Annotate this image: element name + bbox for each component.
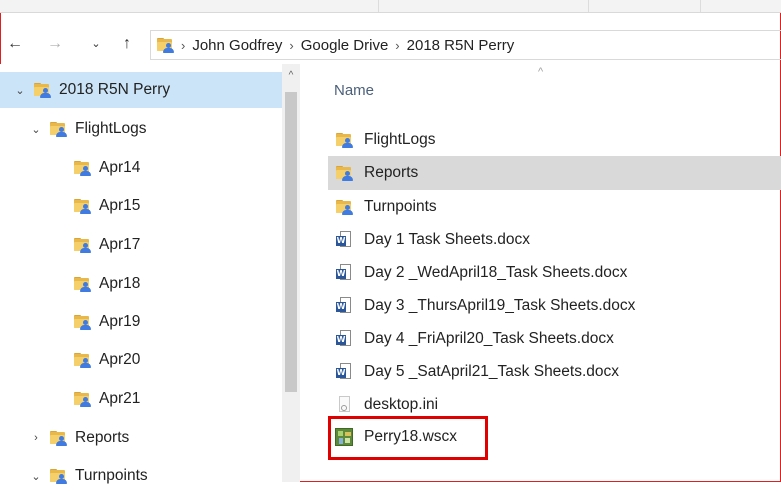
- ribbon-divider: [588, 0, 589, 12]
- shared-folder-icon: [335, 200, 353, 215]
- nav-tree-label: Apr19: [99, 313, 141, 330]
- shared-folder-icon: [50, 469, 67, 484]
- shared-folder-icon: [74, 161, 91, 176]
- file-name: Day 5 _SatApril21_Task Sheets.docx: [364, 363, 620, 380]
- nav-tree-label: Apr21: [99, 390, 141, 407]
- shared-folder-icon: [74, 277, 91, 292]
- word-document-icon: W: [336, 264, 352, 282]
- file-name: desktop.ini: [364, 396, 439, 413]
- nav-tree-label: Apr17: [99, 236, 141, 253]
- shared-folder-icon: [157, 38, 174, 53]
- ribbon-divider: [378, 0, 379, 12]
- file-name: Day 3 _ThursApril19_Task Sheets.docx: [364, 297, 636, 314]
- navigation-bar: ← → ⌄ ↑ › John Godfrey › Google Drive › …: [0, 24, 781, 64]
- file-row[interactable]: W Day 4 _FriApril20_Task Sheets.docx: [328, 322, 781, 356]
- nav-tree-label: Turnpoints: [75, 467, 148, 484]
- nav-tree-item[interactable]: Apr21: [0, 381, 282, 417]
- file-row[interactable]: W Day 1 Task Sheets.docx: [328, 223, 781, 257]
- file-name: FlightLogs: [364, 131, 436, 148]
- word-document-icon: W: [336, 231, 352, 249]
- word-document-icon: W: [336, 363, 352, 381]
- shared-folder-icon: [74, 238, 91, 253]
- nav-scrollbar[interactable]: ^: [282, 64, 300, 482]
- breadcrumb-separator-icon: ›: [289, 37, 294, 53]
- file-name: Reports: [364, 164, 419, 181]
- breadcrumb-item[interactable]: Google Drive: [301, 37, 389, 54]
- file-name: Day 1 Task Sheets.docx: [364, 231, 530, 248]
- nav-tree-label: Apr14: [99, 159, 141, 176]
- navigation-pane: ⌄ 2018 R5N Perry ⌄ FlightLogs Apr14 Apr15 Apr1…: [0, 64, 300, 484]
- breadcrumb-item[interactable]: John Godfrey: [192, 37, 282, 54]
- ribbon-divider: [700, 0, 701, 12]
- nav-tree-label: Apr18: [99, 275, 141, 292]
- file-name: Turnpoints: [364, 198, 437, 215]
- file-row[interactable]: Turnpoints: [328, 190, 781, 224]
- settings-file-icon: [337, 396, 351, 414]
- column-header-name[interactable]: Name: [334, 82, 374, 99]
- shared-folder-icon: [335, 133, 353, 148]
- breadcrumb-separator-icon: ›: [395, 37, 400, 53]
- word-document-icon: W: [336, 297, 352, 315]
- shared-folder-icon: [74, 315, 91, 330]
- file-row[interactable]: W Day 5 _SatApril21_Task Sheets.docx: [328, 355, 781, 389]
- chevron-down-icon[interactable]: ⌄: [30, 470, 42, 483]
- file-name: Day 2 _WedApril18_Task Sheets.docx: [364, 264, 628, 281]
- file-row[interactable]: W Day 2 _WedApril18_Task Sheets.docx: [328, 256, 781, 290]
- nav-tree-label: Apr20: [99, 351, 141, 368]
- shared-folder-icon: [74, 199, 91, 214]
- nav-tree-item[interactable]: ⌄ 2018 R5N Perry: [0, 72, 282, 108]
- annotation-highlight-box: [328, 416, 488, 460]
- shared-folder-icon: [74, 353, 91, 368]
- file-row[interactable]: Reports: [328, 156, 781, 190]
- back-arrow-icon[interactable]: ←: [4, 32, 26, 56]
- breadcrumb-item[interactable]: 2018 R5N Perry: [407, 37, 515, 54]
- nav-tree-item[interactable]: Apr14: [0, 150, 282, 186]
- shared-folder-icon: [34, 83, 51, 98]
- nav-tree-item[interactable]: ⌄ FlightLogs: [0, 111, 282, 147]
- forward-arrow-icon[interactable]: →: [44, 32, 66, 56]
- shared-folder-icon: [50, 122, 67, 137]
- scroll-thumb[interactable]: [285, 92, 297, 392]
- nav-tree-label: 2018 R5N Perry: [59, 81, 171, 98]
- up-arrow-icon[interactable]: ↑: [116, 32, 138, 56]
- nav-tree-item[interactable]: Apr18: [0, 266, 282, 302]
- nav-tree-item[interactable]: Apr17: [0, 227, 282, 263]
- nav-tree-item[interactable]: › Reports: [0, 420, 282, 456]
- sort-caret-icon: ^: [538, 66, 544, 78]
- file-row[interactable]: W Day 3 _ThursApril19_Task Sheets.docx: [328, 289, 781, 323]
- shared-folder-icon: [50, 431, 67, 446]
- nav-tree-item[interactable]: ⌄ Turnpoints: [0, 458, 282, 494]
- shared-folder-icon: [335, 166, 353, 181]
- chevron-down-icon[interactable]: ⌄: [14, 84, 26, 97]
- nav-tree-item[interactable]: Apr19: [0, 304, 282, 340]
- word-document-icon: W: [336, 330, 352, 348]
- file-name: Day 4 _FriApril20_Task Sheets.docx: [364, 330, 614, 347]
- scroll-up-icon[interactable]: ^: [282, 68, 300, 84]
- breadcrumb-separator-icon: ›: [181, 37, 186, 53]
- chevron-right-icon[interactable]: ›: [30, 432, 42, 444]
- ribbon-cutoff: [0, 0, 781, 13]
- address-bar[interactable]: › John Godfrey › Google Drive › 2018 R5N…: [150, 30, 781, 60]
- chevron-down-icon[interactable]: ⌄: [30, 123, 42, 136]
- nav-tree-item[interactable]: Apr15: [0, 188, 282, 224]
- file-row[interactable]: FlightLogs: [328, 123, 781, 157]
- chevron-down-icon[interactable]: ⌄: [86, 32, 106, 56]
- nav-tree-label: Reports: [75, 429, 130, 446]
- nav-tree-label: Apr15: [99, 197, 141, 214]
- nav-tree-item[interactable]: Apr20: [0, 342, 282, 378]
- shared-folder-icon: [74, 392, 91, 407]
- nav-tree-label: FlightLogs: [75, 120, 147, 137]
